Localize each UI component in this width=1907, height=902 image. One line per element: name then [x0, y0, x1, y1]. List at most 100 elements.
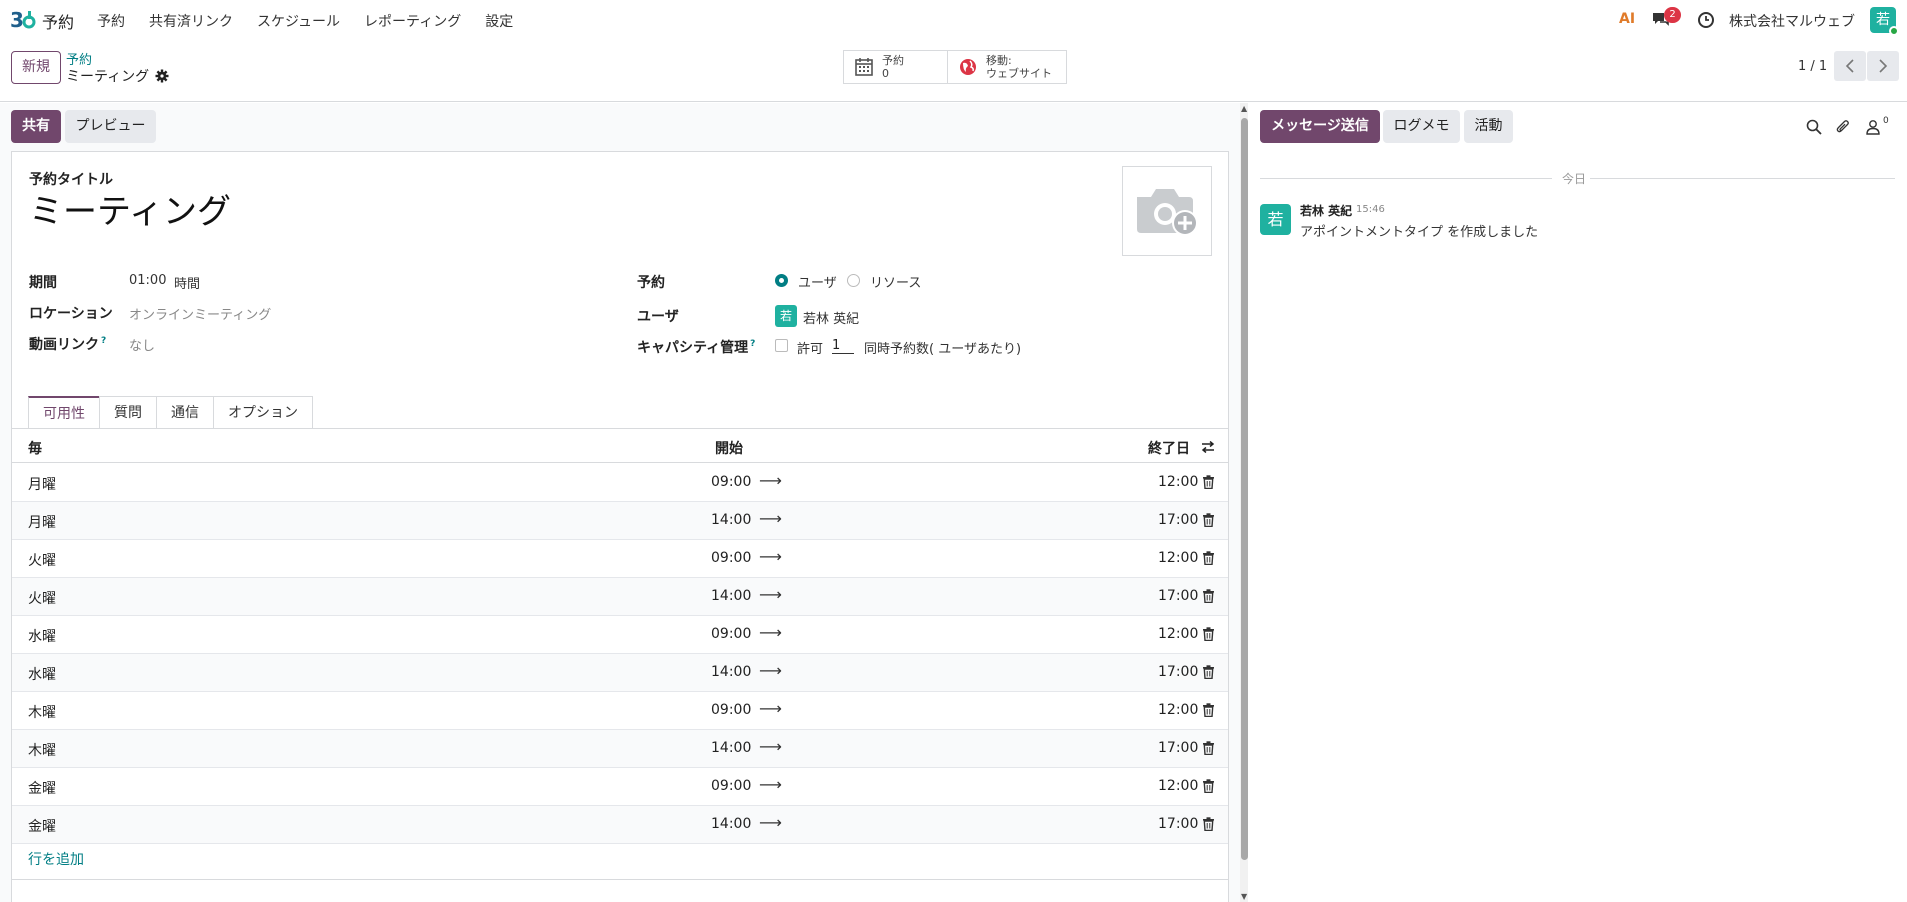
form-scrollbar-thumb[interactable] — [1241, 118, 1248, 860]
radio-resources-label[interactable]: リソース — [870, 272, 921, 291]
menu-item-settings[interactable]: 設定 — [485, 11, 513, 31]
tab-communication[interactable]: 通信 — [156, 396, 214, 429]
app-name[interactable]: 予約 — [42, 9, 74, 33]
cell-start-time[interactable]: 14:00 — [711, 816, 751, 832]
menu-item-shared-links[interactable]: 共有済リンク — [149, 11, 233, 31]
capacity-checkbox[interactable] — [775, 339, 788, 352]
tab-availability[interactable]: 可用性 — [28, 396, 100, 429]
send-message-button[interactable]: メッセージ送信 — [1260, 110, 1380, 143]
ai-icon[interactable]: AI — [1619, 11, 1635, 27]
cell-day[interactable]: 木曜 — [28, 702, 56, 722]
clock-icon[interactable] — [1697, 11, 1715, 29]
table-row[interactable]: 月曜 09:00 ⟶ 12:00 — [12, 464, 1228, 502]
company-switcher[interactable]: 株式会社マルウェブ — [1729, 11, 1855, 31]
location-input[interactable]: オンラインミーティング — [129, 304, 271, 323]
radio-users[interactable] — [775, 274, 788, 287]
capacity-input[interactable]: 1 — [832, 338, 854, 354]
cell-end-time[interactable]: 12:00 — [1158, 550, 1198, 566]
trash-icon[interactable] — [1202, 703, 1215, 717]
cell-day[interactable]: 水曜 — [28, 664, 56, 684]
cell-day[interactable]: 火曜 — [28, 588, 56, 608]
table-row[interactable]: 水曜 14:00 ⟶ 17:00 — [12, 654, 1228, 692]
help-icon[interactable]: ? — [750, 339, 755, 349]
trash-icon[interactable] — [1202, 817, 1215, 831]
menu-item-schedule[interactable]: スケジュール — [257, 11, 340, 31]
cell-day[interactable]: 火曜 — [28, 550, 56, 570]
cell-start-time[interactable]: 09:00 — [711, 702, 751, 718]
trash-icon[interactable] — [1202, 475, 1215, 489]
video-link-select[interactable]: なし — [129, 335, 155, 354]
trash-icon[interactable] — [1202, 779, 1215, 793]
scroll-down-icon[interactable]: ▼ — [1241, 892, 1247, 901]
cell-start-time[interactable]: 14:00 — [711, 664, 751, 680]
cell-day[interactable]: 月曜 — [28, 512, 56, 532]
activity-button[interactable]: 活動 — [1464, 110, 1513, 143]
search-icon[interactable] — [1806, 119, 1822, 135]
column-header-end[interactable]: 終了日 — [1148, 438, 1190, 458]
cell-end-time[interactable]: 12:00 — [1158, 702, 1198, 718]
pager-value[interactable]: 1 / 1 — [1798, 59, 1827, 74]
message-author[interactable]: 若林 英紀 — [1300, 202, 1352, 219]
cell-start-time[interactable]: 09:00 — [711, 626, 751, 642]
tab-options[interactable]: オプション — [213, 396, 313, 429]
duration-input[interactable]: 01:00 — [129, 273, 166, 288]
trash-icon[interactable] — [1202, 551, 1215, 565]
image-upload[interactable] — [1122, 166, 1212, 256]
table-row[interactable]: 木曜 09:00 ⟶ 12:00 — [12, 692, 1228, 730]
radio-resources[interactable] — [847, 274, 860, 287]
cell-end-time[interactable]: 12:00 — [1158, 778, 1198, 794]
followers-icon[interactable] — [1865, 119, 1881, 135]
table-row[interactable]: 火曜 14:00 ⟶ 17:00 — [12, 578, 1228, 616]
cell-day[interactable]: 月曜 — [28, 474, 56, 494]
table-row[interactable]: 火曜 09:00 ⟶ 12:00 — [12, 540, 1228, 578]
trash-icon[interactable] — [1202, 665, 1215, 679]
pager-next-button[interactable] — [1867, 51, 1899, 81]
cell-start-time[interactable]: 14:00 — [711, 588, 751, 604]
cell-end-time[interactable]: 12:00 — [1158, 474, 1198, 490]
table-row[interactable]: 木曜 14:00 ⟶ 17:00 — [12, 730, 1228, 768]
cell-end-time[interactable]: 17:00 — [1158, 512, 1198, 528]
cell-start-time[interactable]: 14:00 — [711, 740, 751, 756]
menu-item-reporting[interactable]: レポーティング — [364, 11, 461, 31]
cell-start-time[interactable]: 09:00 — [711, 474, 751, 490]
cell-start-time[interactable]: 14:00 — [711, 512, 751, 528]
optional-columns-icon[interactable] — [1201, 441, 1215, 453]
stat-button-appointments[interactable]: 予約 0 — [843, 50, 948, 84]
table-row[interactable]: 金曜 14:00 ⟶ 17:00 — [12, 806, 1228, 844]
tab-questions[interactable]: 質問 — [99, 396, 157, 429]
help-icon[interactable]: ? — [101, 336, 106, 346]
cell-end-time[interactable]: 17:00 — [1158, 816, 1198, 832]
trash-icon[interactable] — [1202, 513, 1215, 527]
message-author-avatar[interactable]: 若 — [1260, 204, 1291, 235]
menu-item-appointments[interactable]: 予約 — [97, 11, 125, 31]
radio-users-label[interactable]: ユーザ — [798, 272, 837, 291]
new-button[interactable]: 新規 — [11, 51, 61, 84]
title-input[interactable]: ミーティング — [29, 184, 231, 233]
trash-icon[interactable] — [1202, 627, 1215, 641]
preview-button[interactable]: プレビュー — [65, 110, 156, 143]
stat-button-website[interactable]: 移動: ウェブサイト — [947, 50, 1067, 84]
column-header-every[interactable]: 毎 — [28, 438, 42, 458]
cell-end-time[interactable]: 17:00 — [1158, 664, 1198, 680]
trash-icon[interactable] — [1202, 741, 1215, 755]
user-tag-name[interactable]: 若林 英紀 — [803, 308, 859, 327]
app-logo-icon[interactable]: 3 — [10, 8, 36, 32]
table-row[interactable]: 水曜 09:00 ⟶ 12:00 — [12, 616, 1228, 654]
cell-end-time[interactable]: 17:00 — [1158, 740, 1198, 756]
cell-day[interactable]: 木曜 — [28, 740, 56, 760]
column-header-start[interactable]: 開始 — [715, 438, 743, 458]
scroll-up-icon[interactable]: ▲ — [1241, 104, 1247, 113]
trash-icon[interactable] — [1202, 589, 1215, 603]
paperclip-icon[interactable] — [1835, 119, 1851, 135]
log-note-button[interactable]: ログメモ — [1383, 110, 1460, 143]
add-line-button[interactable]: 行を追加 — [28, 849, 84, 869]
table-row[interactable]: 金曜 09:00 ⟶ 12:00 — [12, 768, 1228, 806]
cell-day[interactable]: 金曜 — [28, 778, 56, 798]
table-row[interactable]: 月曜 14:00 ⟶ 17:00 — [12, 502, 1228, 540]
cell-start-time[interactable]: 09:00 — [711, 550, 751, 566]
cell-end-time[interactable]: 17:00 — [1158, 588, 1198, 604]
user-avatar[interactable]: 若 — [1870, 7, 1899, 36]
cell-end-time[interactable]: 12:00 — [1158, 626, 1198, 642]
pager-previous-button[interactable] — [1834, 51, 1866, 81]
cell-day[interactable]: 金曜 — [28, 816, 56, 836]
